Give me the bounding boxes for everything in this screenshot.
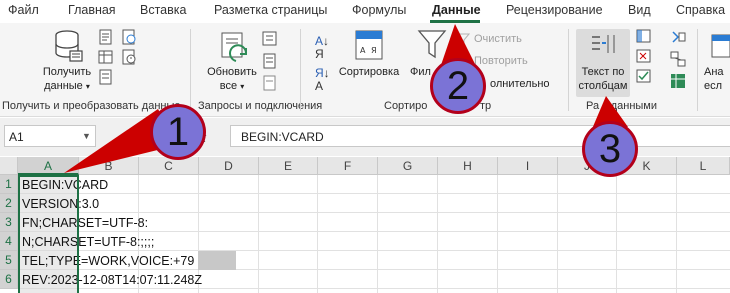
annotation-badge-3: 3 (582, 121, 638, 177)
annotation-badge-2: 2 (430, 58, 486, 114)
annotation-badge-1: 1 (150, 104, 206, 160)
